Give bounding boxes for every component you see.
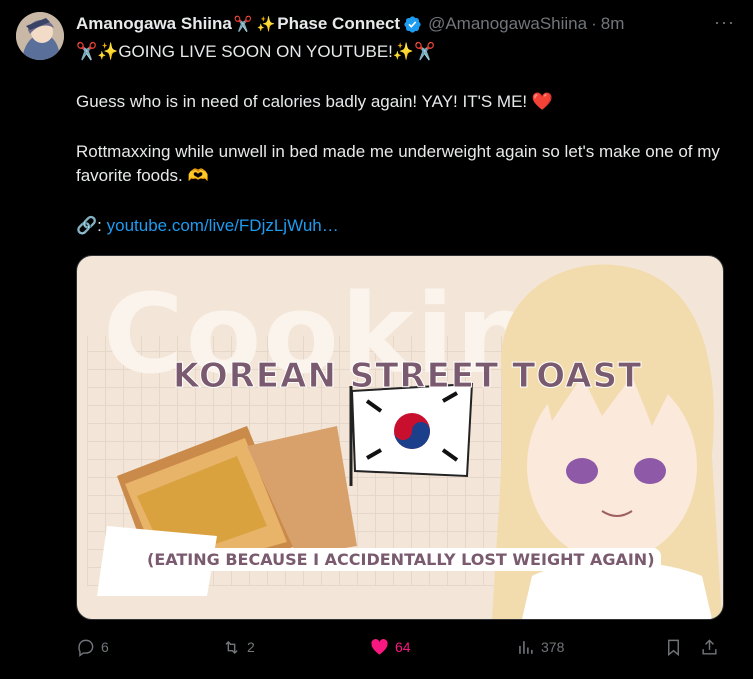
bookmark-button[interactable] (664, 638, 683, 657)
link-prefix: 🔗: (76, 216, 107, 235)
thumbnail-caption: (EATING BECAUSE I ACCIDENTALLY LOST WEIG… (141, 548, 661, 571)
tweet-line-2: Guess who is in need of calories badly a… (76, 92, 554, 111)
bookmark-icon (668, 639, 679, 656)
separator-dot: · (591, 14, 597, 33)
tweet-header: Amanogawa Shiina ✂️ ✨ Phase Connect @Ama… (76, 12, 737, 36)
repost-button[interactable]: 2 (222, 638, 255, 657)
views-count: 378 (541, 639, 565, 655)
sparkles-emoji: ✨ (256, 16, 276, 33)
more-icon[interactable]: ··· (714, 12, 735, 33)
thumbnail-subtitle: KOREAN STREET TOAST (172, 356, 643, 397)
tweet-line-3: Rottmaxxing while unwell in bed made me … (76, 142, 720, 185)
verified-icon[interactable] (403, 15, 422, 34)
reply-button[interactable]: 6 (76, 638, 109, 657)
display-name-suffix[interactable]: Phase Connect (277, 14, 400, 34)
avatar[interactable] (16, 12, 64, 60)
scissors-emoji: ✂️ (233, 16, 253, 33)
timestamp[interactable]: 8m (601, 14, 625, 34)
like-icon (371, 638, 388, 655)
tweet-text: ✂️✨GOING LIVE SOON ON YOUTUBE!✨✂️ Guess … (76, 40, 736, 238)
action-bar: 6 2 64 378 (76, 636, 726, 658)
repost-count: 2 (247, 639, 255, 655)
tweet-line-1: ✂️✨GOING LIVE SOON ON YOUTUBE!✨✂️ (76, 42, 436, 61)
views-icon (519, 640, 533, 654)
tweet-link-line: 🔗: youtube.com/live/FDjzLjWuh… (76, 214, 736, 238)
display-name[interactable]: Amanogawa Shiina (76, 14, 232, 34)
tweet[interactable]: Amanogawa Shiina ✂️ ✨ Phase Connect @Ama… (0, 0, 753, 679)
media-thumbnail[interactable]: Cookin KOREAN STREET TOAST (EATING BECAU… (76, 255, 724, 620)
like-count: 64 (395, 639, 411, 655)
reply-icon (78, 639, 94, 657)
reply-count: 6 (101, 639, 109, 655)
handle[interactable]: @AmanogawaShiina (428, 14, 587, 34)
share-button[interactable] (700, 638, 719, 657)
repost-icon (225, 640, 238, 654)
youtube-link[interactable]: youtube.com/live/FDjzLjWuh… (107, 216, 339, 235)
share-icon (702, 638, 717, 655)
like-button[interactable]: 64 (370, 638, 411, 657)
views-button[interactable]: 378 (516, 638, 564, 657)
